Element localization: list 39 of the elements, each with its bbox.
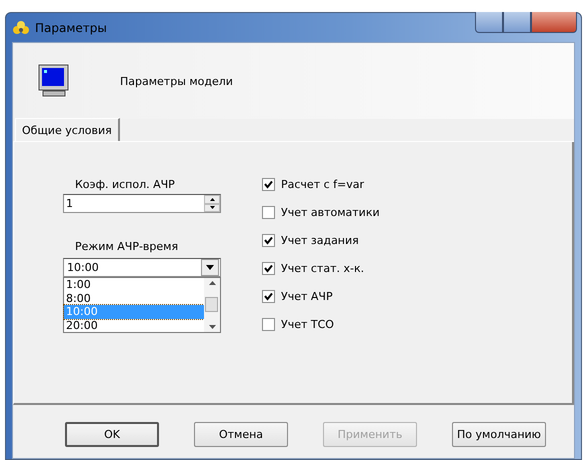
dropdown-button[interactable] bbox=[201, 259, 219, 276]
dialog-button[interactable]: OK bbox=[65, 422, 159, 447]
field-label: Режим АЧР-время bbox=[74, 240, 180, 253]
app-icon bbox=[12, 20, 30, 36]
checkbox[interactable] bbox=[262, 206, 275, 218]
header-title: Параметры модели bbox=[120, 74, 233, 88]
checkbox-label: Учет автоматики bbox=[281, 206, 380, 218]
spin-field[interactable]: 1 bbox=[63, 194, 221, 213]
checkbox[interactable] bbox=[262, 318, 275, 330]
dialog-button[interactable]: Отмена bbox=[194, 422, 288, 447]
checkbox[interactable] bbox=[262, 262, 275, 274]
tab[interactable]: Общие условия bbox=[15, 118, 120, 141]
list-item[interactable]: 20:00 bbox=[64, 318, 204, 332]
combo-box[interactable]: 10:00 bbox=[63, 258, 221, 277]
caret-icon bbox=[206, 265, 214, 270]
spin-up-button[interactable] bbox=[204, 195, 220, 204]
checkbox-label: Учет задания bbox=[281, 234, 359, 246]
scrollbar[interactable] bbox=[204, 278, 220, 332]
number-input[interactable]: 1 bbox=[64, 195, 204, 212]
checkbox-label: Расчет с f=var bbox=[281, 178, 364, 190]
dialog-button[interactable]: По умолчанию bbox=[452, 422, 546, 447]
field-label: Коэф. испол. АЧР bbox=[74, 178, 176, 191]
monitor-icon bbox=[38, 64, 70, 98]
checkbox-label: Учет стат. х-к. bbox=[281, 262, 364, 274]
checkbox[interactable] bbox=[262, 290, 275, 302]
checkbox-label: Учет АЧР bbox=[281, 290, 333, 302]
down-arrow-icon[interactable] bbox=[208, 325, 216, 329]
checkbox[interactable] bbox=[262, 234, 275, 246]
list-item[interactable]: 1:00 bbox=[64, 278, 204, 292]
down-arrow-icon bbox=[210, 206, 214, 210]
list-item[interactable]: 8:00 bbox=[64, 292, 204, 305]
up-arrow-icon[interactable] bbox=[208, 281, 216, 285]
window-title: Параметры bbox=[35, 20, 107, 34]
up-arrow-icon bbox=[210, 198, 214, 201]
checkbox[interactable] bbox=[262, 178, 275, 190]
checkbox-label: Учет ТСО bbox=[281, 318, 334, 330]
close-button[interactable] bbox=[531, 12, 577, 33]
minimize-button[interactable] bbox=[475, 12, 503, 33]
maximize-button[interactable] bbox=[503, 12, 531, 33]
